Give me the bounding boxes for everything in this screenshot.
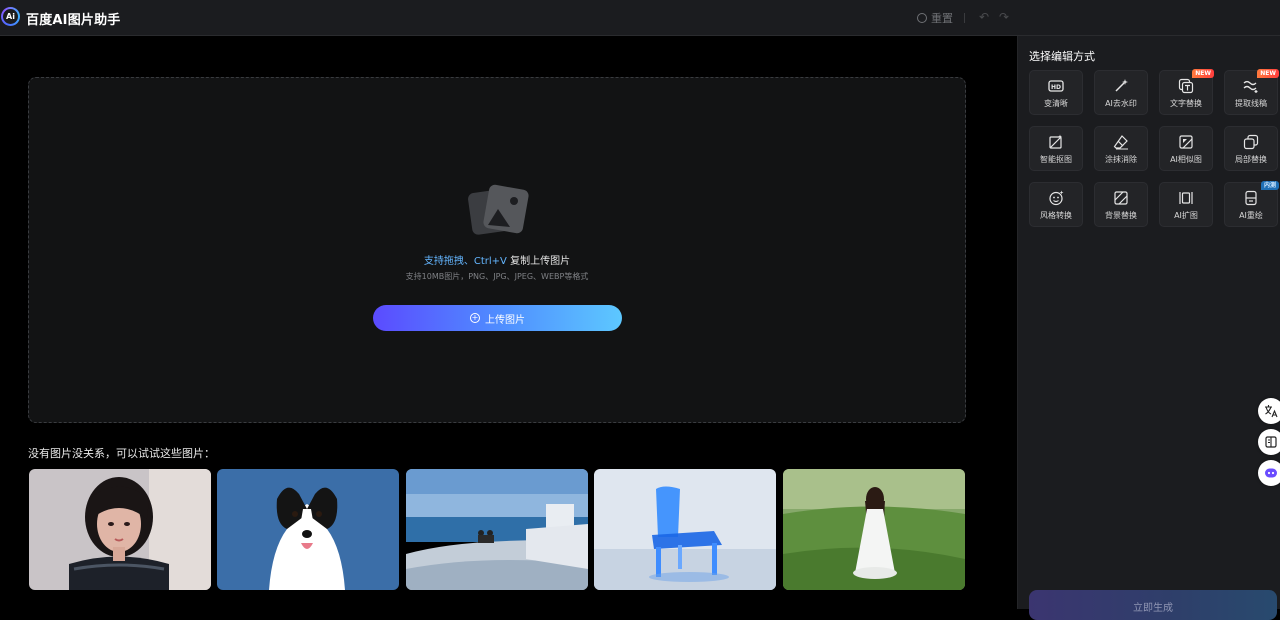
tool-text-replace[interactable]: NEW 文字替换	[1159, 69, 1214, 115]
tool-label: 局部替换	[1235, 155, 1267, 164]
hd-icon: HD	[1048, 80, 1064, 92]
svg-text:HD: HD	[1051, 84, 1061, 91]
partial-replace-icon	[1243, 134, 1259, 150]
tool-label: AI扩图	[1174, 211, 1198, 220]
redo-icon[interactable]: ↷	[997, 10, 1011, 24]
assistant-bot-icon	[1265, 468, 1277, 478]
beta-badge: 内测	[1260, 181, 1279, 190]
undo-icon[interactable]: ↶	[977, 10, 991, 24]
tool-redraw[interactable]: 内测 AI重绘	[1224, 181, 1279, 227]
translate-widget[interactable]	[1258, 398, 1280, 424]
line-extract-icon	[1243, 80, 1258, 93]
upload-hint-text: 复制上传图片	[506, 256, 571, 267]
plus-circle-icon: +	[470, 313, 480, 323]
tool-label: 文字替换	[1170, 99, 1202, 108]
tool-label: 背景替换	[1105, 211, 1137, 220]
tool-label: AI重绘	[1239, 211, 1263, 220]
eraser-icon	[1113, 135, 1128, 150]
sample-image-dog[interactable]	[217, 469, 399, 590]
tool-background-replace[interactable]: 背景替换	[1094, 182, 1148, 227]
book-icon	[1265, 436, 1277, 448]
tool-remove-watermark[interactable]: AI去水印	[1094, 70, 1148, 115]
reset-icon	[917, 13, 927, 23]
tool-smart-cutout[interactable]: 智能抠图	[1029, 126, 1083, 171]
new-badge: NEW	[1257, 69, 1279, 78]
edit-panel: 选择编辑方式 HD 变清晰 AI去水印 NEW 文字替换 NEW 提取线稿 智能…	[1017, 36, 1280, 620]
tool-expand-image[interactable]: AI扩图	[1159, 182, 1213, 227]
redraw-icon	[1245, 190, 1257, 206]
new-badge: NEW	[1192, 69, 1214, 78]
tool-partial-replace[interactable]: 局部替换	[1224, 126, 1278, 171]
sample-image-meadow[interactable]	[783, 469, 965, 590]
assistant-widget[interactable]	[1258, 460, 1280, 486]
upload-image-button[interactable]: + 上传图片	[373, 305, 622, 331]
text-replace-icon	[1178, 78, 1194, 94]
smart-cutout-icon	[1049, 134, 1062, 149]
background-replace-icon	[1114, 191, 1128, 205]
tool-eraser[interactable]: 涂抹消除	[1094, 126, 1148, 171]
tool-style-transfer[interactable]: 风格转换	[1029, 182, 1083, 227]
tool-label: 风格转换	[1040, 211, 1072, 220]
style-transfer-icon	[1049, 190, 1064, 206]
tool-label: 涂抹消除	[1105, 155, 1137, 164]
similar-image-icon	[1179, 135, 1193, 149]
tool-line-extract[interactable]: NEW 提取线稿	[1224, 69, 1279, 115]
upload-hint: 支持拖拽、Ctrl+V 复制上传图片	[0, 252, 994, 267]
reader-widget[interactable]	[1258, 429, 1280, 455]
tool-label: 提取线稿	[1235, 99, 1267, 108]
tool-label: AI去水印	[1105, 99, 1137, 108]
upload-formats: 支持10MB图片，PNG、JPG、JPEG、WEBP等格式	[405, 272, 589, 281]
sample-image-portrait[interactable]	[29, 469, 211, 590]
reset-button[interactable]: 重置	[917, 11, 953, 25]
sample-image-seaside[interactable]	[406, 469, 588, 590]
tool-similar-image[interactable]: AI相似图	[1159, 126, 1213, 171]
tool-enhance[interactable]: HD 变清晰	[1029, 70, 1083, 115]
logo-text: Ai	[3, 9, 18, 24]
reset-label: 重置	[931, 12, 953, 25]
top-bar: Ai 百度AI图片助手 重置 ↶ ↷	[0, 0, 1280, 36]
generate-button[interactable]: 立即生成	[1029, 590, 1277, 620]
samples-title: 没有图片没关系，可以试试这些图片：	[28, 447, 215, 460]
tool-label: 智能抠图	[1040, 155, 1072, 164]
expand-image-icon	[1179, 192, 1193, 204]
upload-hint-shortcut: 支持拖拽、Ctrl+V	[423, 256, 507, 267]
generate-button-label: 立即生成	[1133, 603, 1173, 614]
header-divider	[964, 13, 965, 23]
tool-label: 变清晰	[1044, 99, 1068, 108]
magic-wand-icon	[1115, 79, 1128, 92]
upload-button-label: 上传图片	[485, 314, 525, 326]
tool-label: AI相似图	[1170, 155, 1202, 164]
sample-image-chair[interactable]	[594, 469, 776, 590]
panel-title: 选择编辑方式	[1029, 50, 1095, 63]
app-title: 百度AI图片助手	[26, 13, 121, 28]
image-upload-icon	[468, 184, 529, 235]
upload-dropzone[interactable]	[28, 77, 966, 423]
translate-icon	[1265, 405, 1278, 418]
app-logo-icon: Ai	[1, 7, 20, 26]
